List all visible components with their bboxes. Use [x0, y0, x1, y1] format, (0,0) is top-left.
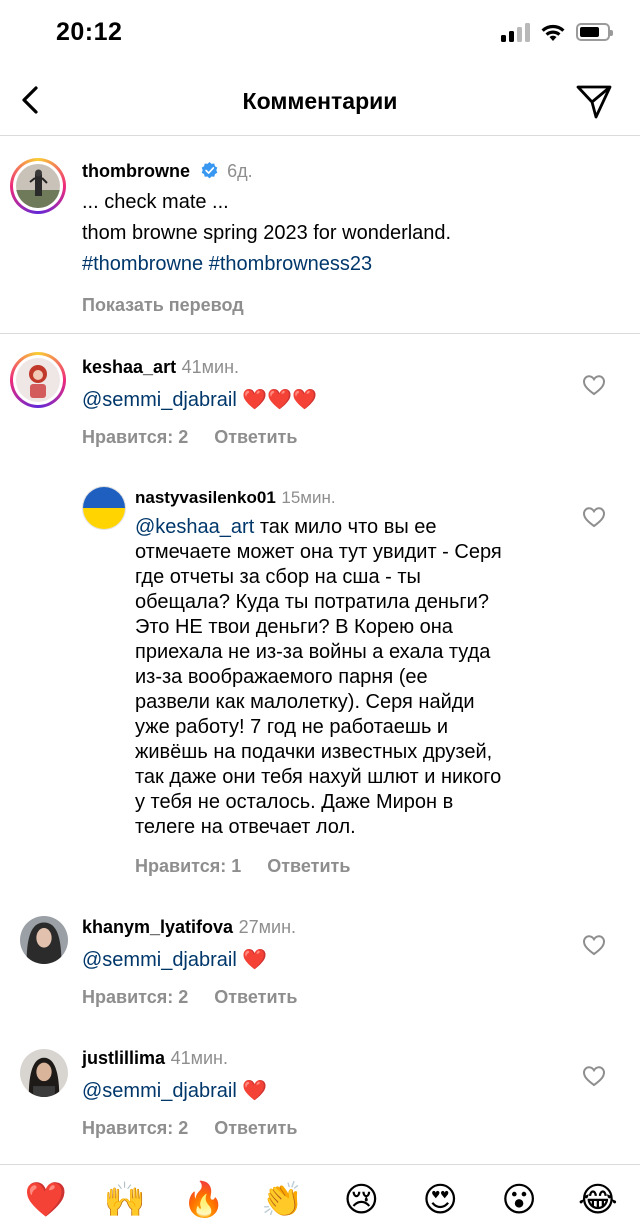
likes-count[interactable]: Нравится: 2: [82, 1113, 188, 1144]
comment-username[interactable]: keshaa_art: [82, 357, 176, 377]
mention-link[interactable]: @semmi_djabrail: [82, 1080, 237, 1102]
comment-emoji: ❤️: [242, 949, 268, 971]
emoji-clapping-button[interactable]: 👏: [261, 1178, 305, 1222]
comment-text-line: у тебя не осталось. Даже Мирон в: [135, 791, 454, 813]
comment-username[interactable]: nastyvasilenko01: [135, 488, 276, 507]
avatar[interactable]: [82, 486, 126, 530]
caption-hashtags[interactable]: #thombrowne #thombrowness23: [82, 249, 451, 280]
comment-item: keshaa_art 41мин. @semmi_djabrail ❤️❤️❤️…: [0, 352, 640, 462]
status-bar: 20:12: [0, 0, 640, 68]
emoji-raising-hands-button[interactable]: 🙌: [103, 1178, 147, 1222]
mention-link[interactable]: @keshaa_art: [135, 516, 254, 538]
comment-emoji: ❤️❤️❤️: [242, 389, 318, 411]
avatar[interactable]: [10, 352, 66, 408]
like-heart-icon[interactable]: [582, 934, 606, 956]
mention-link[interactable]: @semmi_djabrail: [82, 949, 237, 971]
page-title: Комментарии: [242, 88, 398, 114]
comment-emoji: ❤️: [242, 1080, 268, 1102]
comment-username[interactable]: khanym_lyatifova: [82, 917, 233, 937]
comment-text-line: так мило что вы ее: [254, 516, 437, 538]
status-time: 20:12: [56, 18, 123, 46]
reply-button[interactable]: Ответить: [214, 422, 297, 453]
comment-text-line: живёшь на подачки известных друзей,: [135, 741, 493, 763]
comment-text-line: из-за воображаемого парня (ее: [135, 666, 428, 688]
comment-text-line: Это НЕ твои деньги? В Корею она: [135, 616, 453, 638]
reply-button[interactable]: Ответить: [214, 1113, 297, 1144]
emoji-heart-button[interactable]: ❤️: [24, 1178, 68, 1222]
comment-item: khanym_lyatifova 27мин. @semmi_djabrail …: [0, 912, 640, 1012]
avatar[interactable]: [10, 158, 66, 214]
verified-badge-icon: [201, 162, 217, 179]
reply-button[interactable]: Ответить: [214, 982, 297, 1013]
reply-comment-item: nastyvasilenko01 15мин. @keshaa_art так …: [0, 484, 640, 884]
send-icon[interactable]: [574, 82, 614, 122]
comment-text-line: отмечаете может она тут увидит - Серя: [135, 541, 502, 563]
caption-username[interactable]: thombrowne: [82, 161, 190, 181]
comment-text-line: уже работу! 7 год не работаешь и: [135, 716, 449, 738]
likes-count[interactable]: Нравится: 1: [135, 854, 241, 879]
comment-text-line: так даже они тебя нахуй шлют и никого: [135, 766, 502, 788]
mention-link[interactable]: @semmi_djabrail: [82, 389, 237, 411]
nav-bar: Комментарии: [0, 68, 640, 136]
like-heart-icon[interactable]: [582, 1065, 606, 1087]
comment-time: 41мин.: [181, 357, 240, 377]
caption-line-2: thom browne spring 2023 for wonderland.: [82, 222, 452, 244]
avatar-photo: [16, 164, 60, 208]
comment-username[interactable]: justlillima: [82, 1048, 165, 1068]
status-icons: [501, 22, 613, 42]
avatar-photo: [20, 916, 68, 964]
emoji-surprised-button[interactable]: 😮: [497, 1178, 541, 1222]
avatar[interactable]: [20, 916, 68, 964]
like-heart-icon[interactable]: [582, 506, 606, 528]
comment-time: 41мин.: [170, 1048, 228, 1068]
comment-time: 27мин.: [238, 917, 297, 937]
wifi-icon: [541, 24, 565, 41]
likes-count[interactable]: Нравится: 2: [82, 982, 188, 1013]
avatar-photo: [20, 1049, 68, 1097]
ukraine-flag-avatar-icon: [83, 487, 125, 529]
comment-text-line: развели как малолетку). Серя найди: [135, 691, 475, 713]
like-heart-icon[interactable]: [582, 374, 606, 396]
comment-text-line: приехала не из-за войны а ехала туда: [135, 641, 491, 663]
avatar[interactable]: [20, 1049, 68, 1097]
show-translation-link[interactable]: Показать перевод: [82, 290, 451, 321]
cellular-signal-icon: [501, 22, 530, 42]
battery-icon: [576, 23, 613, 41]
caption-line-1: ... check mate ...: [82, 191, 229, 213]
comment-text-line: телеге на отвечает лол.: [135, 816, 356, 838]
reply-button[interactable]: Ответить: [267, 854, 350, 879]
emoji-fire-button[interactable]: 🔥: [182, 1178, 226, 1222]
emoji-laughing-button[interactable]: 😂: [576, 1178, 620, 1222]
emoji-heart-eyes-button[interactable]: 😍: [418, 1178, 462, 1222]
emoji-crying-button[interactable]: 😢: [339, 1178, 383, 1222]
comment-time: 15мин.: [281, 488, 336, 507]
comment-text-line: обещала? Куда ты потратила деньги?: [135, 591, 489, 613]
likes-count[interactable]: Нравится: 2: [82, 422, 188, 453]
post-caption: thombrowne 6д. ... check mate ... thom b…: [0, 137, 640, 334]
quick-emoji-bar: ❤️ 🙌 🔥 👏 😢 😍 😮 😂: [0, 1164, 640, 1230]
comment-item: justlillima 41мин. @semmi_djabrail ❤️ Нр…: [0, 1043, 640, 1143]
caption-time: 6д.: [227, 161, 253, 181]
comment-text-line: где отчеты за сбор на сша - ты: [135, 566, 421, 588]
avatar-photo: [16, 358, 60, 402]
